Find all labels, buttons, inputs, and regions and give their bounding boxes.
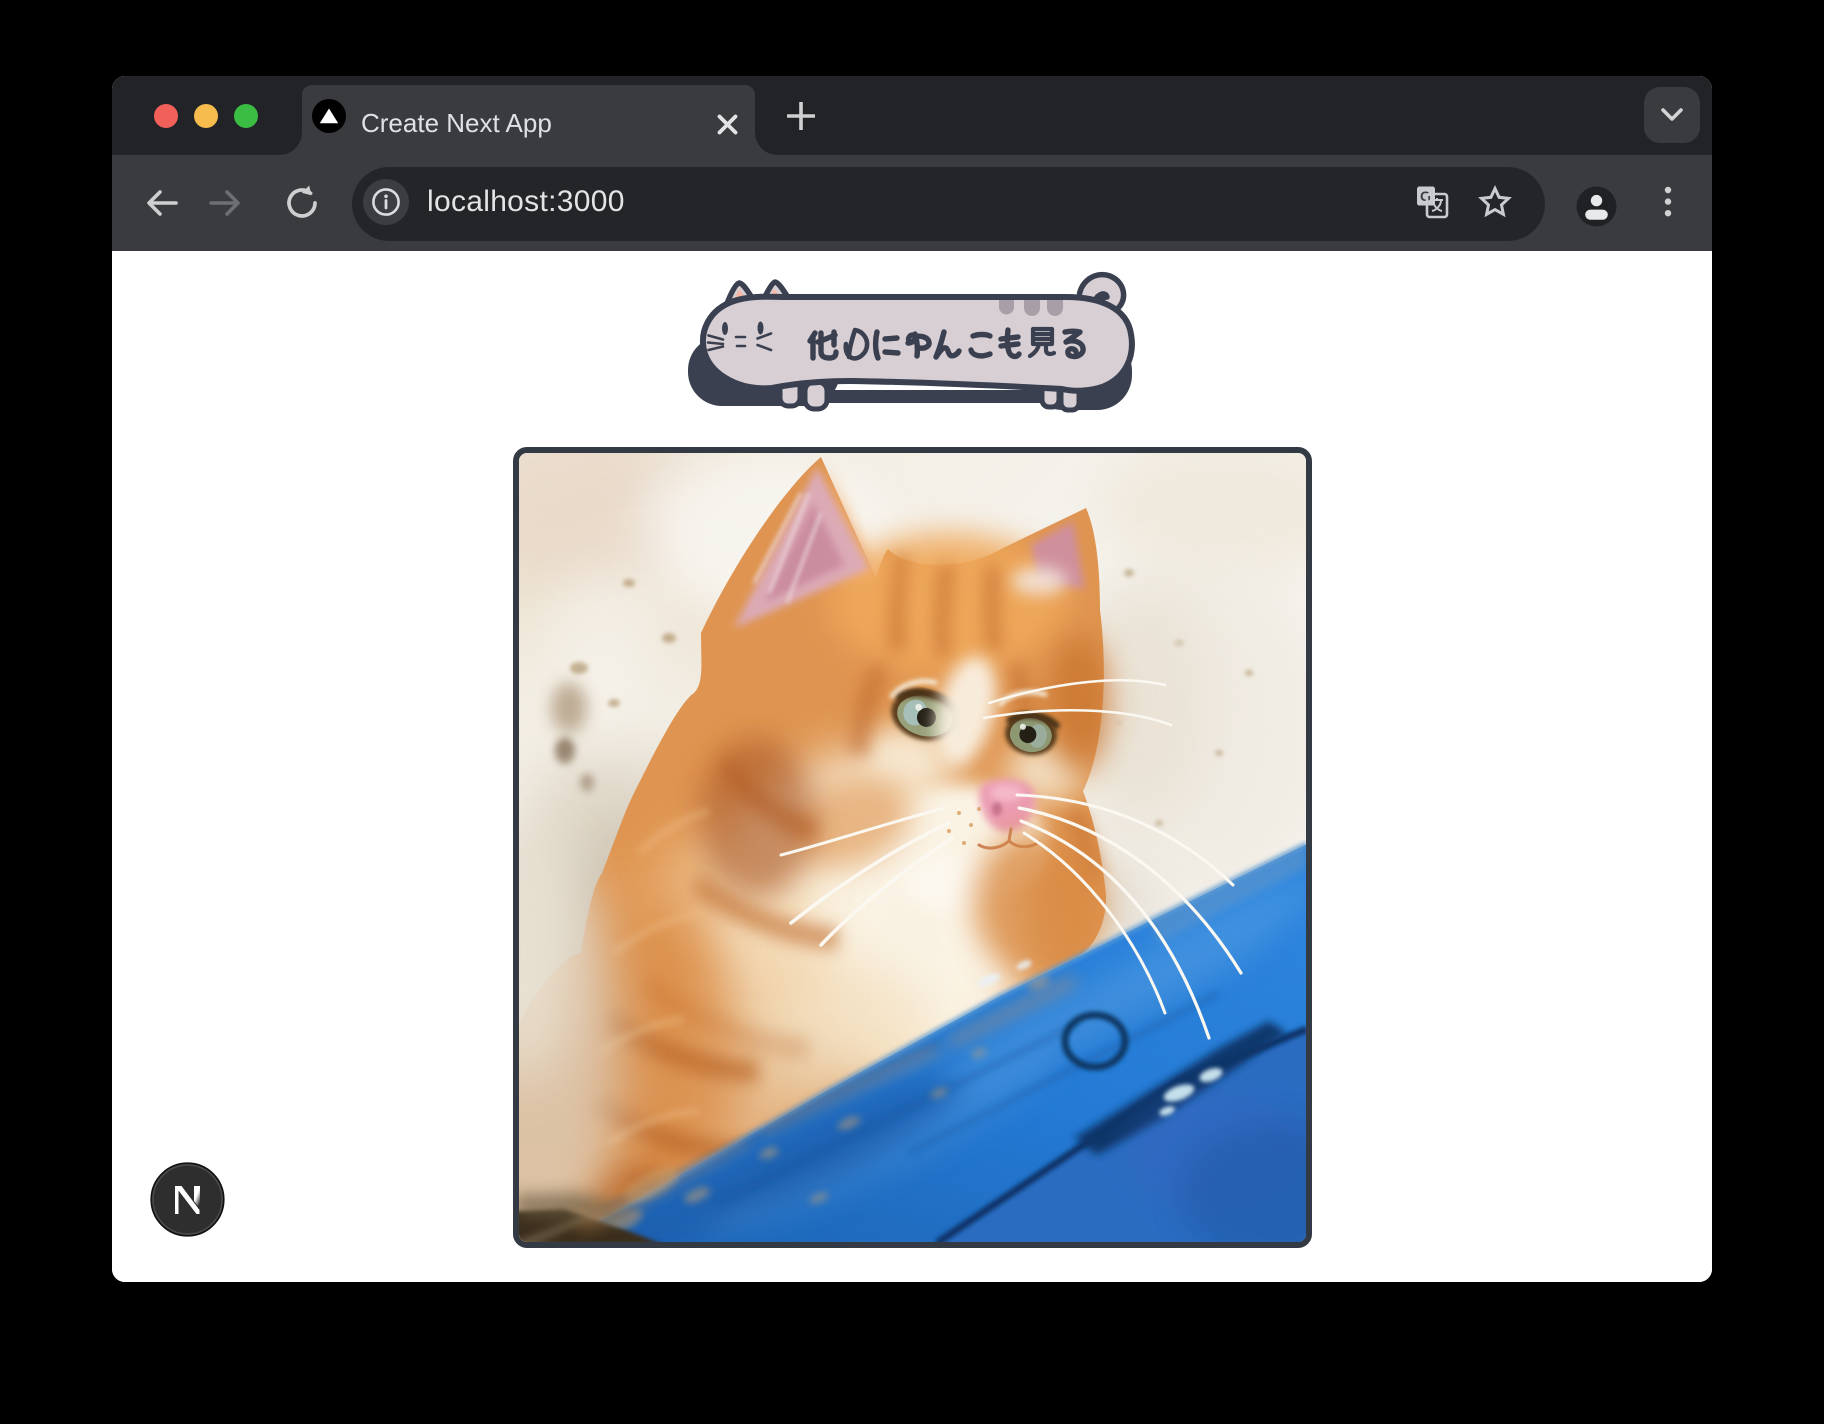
- svg-text:G: G: [1420, 188, 1431, 204]
